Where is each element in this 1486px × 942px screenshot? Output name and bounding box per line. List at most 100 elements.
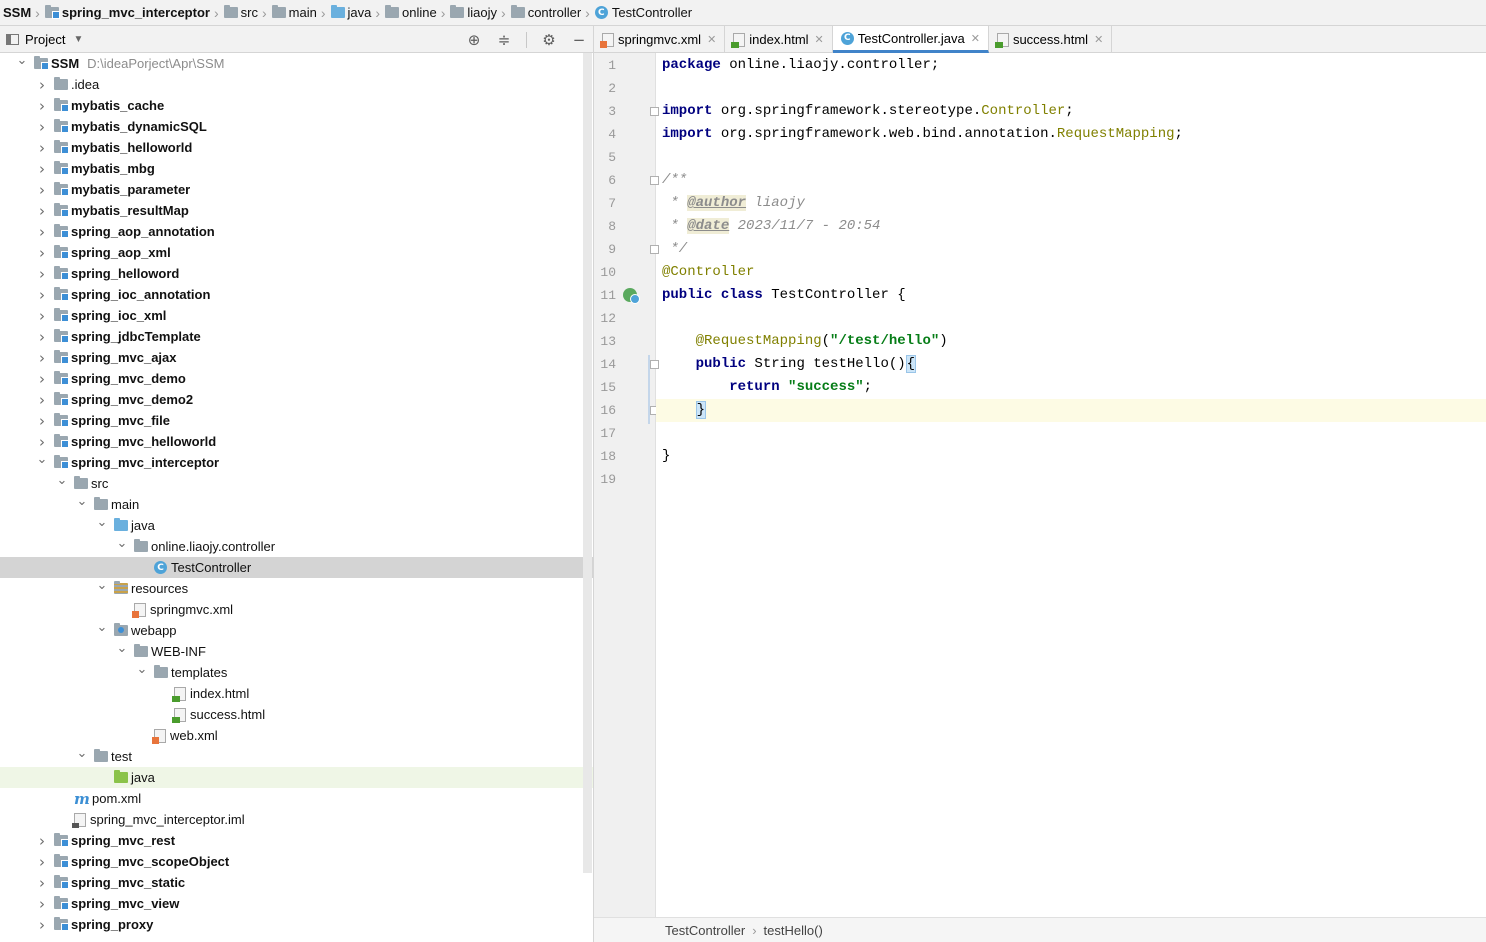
chevron-right-icon[interactable]: › [36,433,48,451]
tree-node[interactable]: › mybatis_dynamicSQL [0,116,593,137]
chevron-right-icon[interactable]: › [36,832,48,850]
fold-icon[interactable] [650,176,659,185]
editor-breadcrumb-item[interactable]: testHello() [764,923,823,938]
fold-icon[interactable] [650,245,659,254]
tree-node[interactable]: success.html [0,704,593,725]
tree-node[interactable]: ⌄ resources [0,578,593,599]
tree-node[interactable]: › spring_mvc_static [0,872,593,893]
tree-node[interactable]: › spring_ioc_xml [0,305,593,326]
tree-node[interactable]: ⌄ WEB-INF [0,641,593,662]
breadcrumb-item[interactable]: › src [210,0,258,25]
chevron-down-icon[interactable]: ⌄ [136,662,148,677]
locate-icon[interactable]: ⊕ [466,32,482,48]
fold-icon[interactable] [650,360,659,369]
chevron-right-icon[interactable]: › [36,895,48,913]
chevron-right-icon[interactable]: › [36,916,48,934]
tree-node[interactable]: ⌄ java [0,515,593,536]
editor-breadcrumb-item[interactable]: TestController [665,923,745,938]
tree-node[interactable]: ⌄ test [0,746,593,767]
code-line[interactable]: public String testHello(){ [662,353,917,376]
chevron-down-icon[interactable]: ⌄ [116,641,128,656]
tree-node[interactable]: › spring_mvc_view [0,893,593,914]
tree-node[interactable]: › spring_proxy [0,914,593,935]
chevron-right-icon[interactable]: › [36,370,48,388]
tree-node[interactable]: › spring_mvc_helloworld [0,431,593,452]
tree-node[interactable]: ⌄ src [0,473,593,494]
editor-tab[interactable]: index.html ✕ [725,26,833,53]
tree-node[interactable]: ⌄ main [0,494,593,515]
close-icon[interactable]: ✕ [707,33,716,46]
chevron-down-icon[interactable]: ⌄ [96,515,108,530]
chevron-down-icon[interactable]: ▼ [73,34,83,45]
chevron-down-icon[interactable]: ⌄ [76,494,88,509]
tree-node[interactable]: › spring_aop_annotation [0,221,593,242]
code-line[interactable]: public class TestController { [662,284,906,307]
tree-scrollbar[interactable] [583,53,592,873]
breadcrumb-item[interactable]: SSM [3,0,31,25]
chevron-right-icon[interactable]: › [36,118,48,136]
tree-node[interactable]: index.html [0,683,593,704]
code-line[interactable]: * @date 2023/11/7 - 20:54 [662,215,880,238]
spring-bean-icon[interactable] [623,288,640,304]
code-line[interactable]: @Controller [662,261,754,284]
breadcrumb-item[interactable]: › online [371,0,436,25]
tree-node[interactable]: › spring_mvc_demo2 [0,389,593,410]
chevron-down-icon[interactable]: ⌄ [56,473,68,488]
tree-node[interactable]: ⌄ webapp [0,620,593,641]
tree-node[interactable]: › mybatis_resultMap [0,200,593,221]
chevron-right-icon[interactable]: › [36,874,48,892]
code-line[interactable]: */ [662,238,687,261]
project-view-selector[interactable]: Project ▼ [0,32,83,47]
chevron-down-icon[interactable]: ⌄ [96,620,108,635]
code-line[interactable]: /** [662,169,687,192]
chevron-right-icon[interactable]: › [36,391,48,409]
breadcrumb-item[interactable]: › liaojy [437,0,497,25]
chevron-right-icon[interactable]: › [36,139,48,157]
tree-node[interactable]: ⌄ templates [0,662,593,683]
breadcrumb-item[interactable]: › C TestController [581,0,692,25]
chevron-down-icon[interactable]: ⌄ [76,746,88,761]
tree-node[interactable]: springmvc.xml [0,599,593,620]
tree-node[interactable]: › spring_aop_xml [0,242,593,263]
editor-tab[interactable]: C TestController.java ✕ [832,26,989,53]
chevron-right-icon[interactable]: › [36,853,48,871]
chevron-down-icon[interactable]: ⌄ [16,53,28,68]
tree-node[interactable]: › .idea [0,74,593,95]
chevron-right-icon[interactable]: › [36,307,48,325]
breadcrumb-item[interactable]: › java [317,0,372,25]
tree-node[interactable]: › mybatis_parameter [0,179,593,200]
code-line[interactable]: return "success"; [662,376,872,399]
chevron-right-icon[interactable]: › [36,76,48,94]
chevron-right-icon[interactable]: › [36,202,48,220]
change-marker[interactable] [648,355,650,424]
chevron-right-icon[interactable]: › [36,265,48,283]
editor-tab[interactable]: springmvc.xml ✕ [594,26,726,53]
chevron-down-icon[interactable]: ⌄ [96,578,108,593]
tree-node[interactable]: › spring_ioc_annotation [0,284,593,305]
tree-node[interactable]: spring_mvc_interceptor.iml [0,809,593,830]
code-line[interactable]: import org.springframework.stereotype.Co… [662,100,1074,123]
code-line[interactable]: import org.springframework.web.bind.anno… [662,123,1183,146]
tree-node[interactable]: › spring_helloword [0,263,593,284]
fold-icon[interactable] [650,107,659,116]
tree-node[interactable]: › mybatis_cache [0,95,593,116]
chevron-right-icon[interactable]: › [36,160,48,178]
chevron-down-icon[interactable]: ⌄ [116,536,128,551]
tree-node[interactable]: C TestController [0,557,593,578]
chevron-right-icon[interactable]: › [36,223,48,241]
tree-node[interactable]: › spring_jdbcTemplate [0,326,593,347]
collapse-all-icon[interactable]: ≑ [496,32,512,48]
breadcrumb-item[interactable]: › spring_mvc_interceptor [31,0,210,25]
chevron-right-icon[interactable]: › [36,349,48,367]
tree-node[interactable]: › spring_mvc_file [0,410,593,431]
close-icon[interactable]: ✕ [815,33,824,46]
project-tree[interactable]: ⌄ SSM D:\ideaPorject\Apr\SSM › .idea › mybatis… [0,53,593,942]
code-line[interactable]: } [662,445,670,468]
tree-node[interactable]: ⌄ online.liaojy.controller [0,536,593,557]
breadcrumb-item[interactable]: › controller [497,0,581,25]
tree-node[interactable]: java [0,767,593,788]
chevron-right-icon[interactable]: › [36,328,48,346]
tree-node[interactable]: m pom.xml [0,788,593,809]
close-icon[interactable]: ✕ [971,32,980,45]
tree-node[interactable]: ⌄ SSM D:\ideaPorject\Apr\SSM [0,53,593,74]
